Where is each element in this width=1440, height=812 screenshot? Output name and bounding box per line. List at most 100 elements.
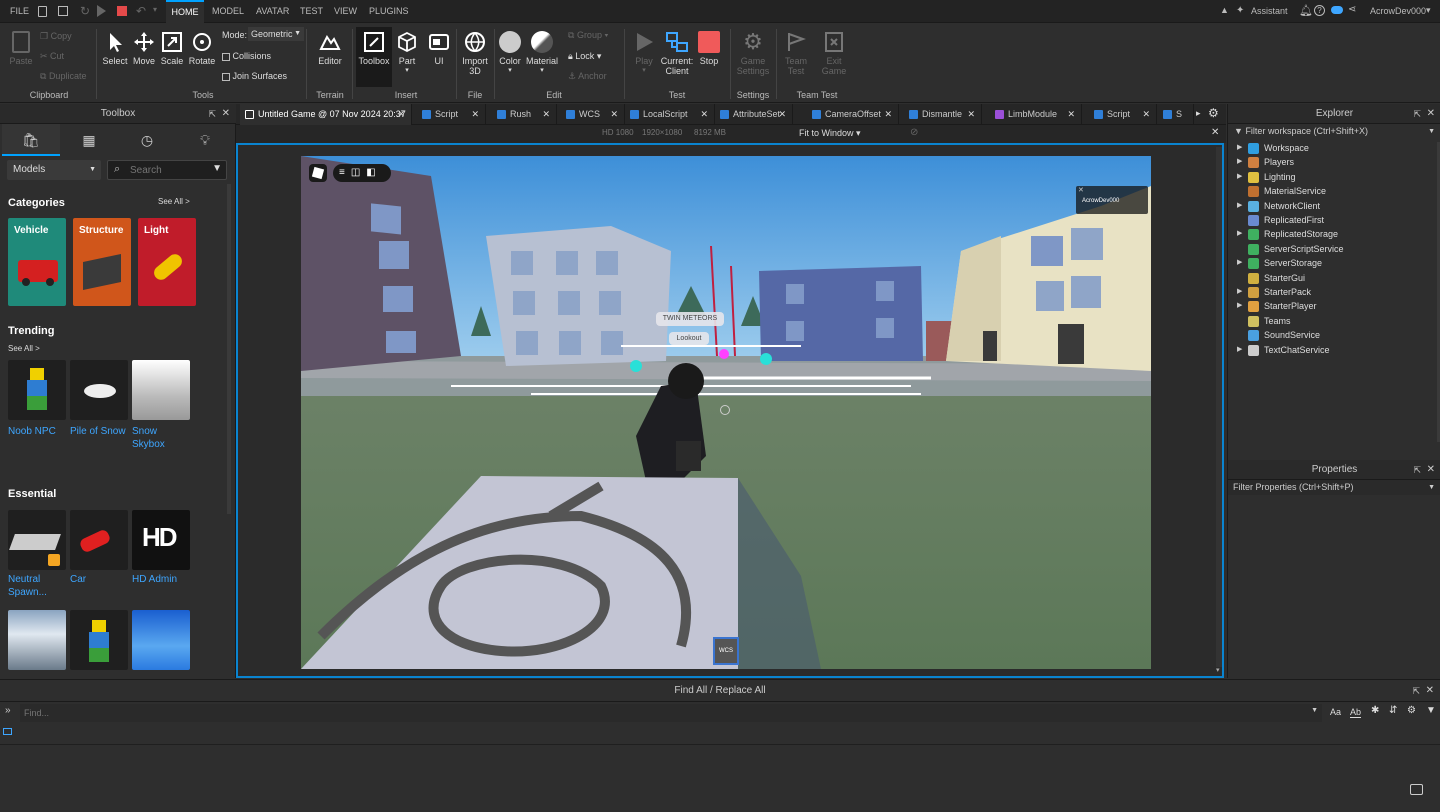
- categories-see-all[interactable]: See All >: [158, 197, 190, 206]
- explorer-filter[interactable]: ▼ Filter workspace (Ctrl+Shift+X) ▼: [1228, 124, 1440, 139]
- play-button[interactable]: Play ▾: [630, 31, 658, 74]
- results-icon[interactable]: [3, 728, 12, 735]
- expand-arrow-icon[interactable]: ▶: [1237, 227, 1242, 241]
- move-button[interactable]: Move: [131, 31, 157, 66]
- undo-icon[interactable]: ↶: [136, 4, 146, 18]
- tab-script[interactable]: Script ✕: [417, 104, 486, 125]
- anchor-button[interactable]: ⚓︎ Anchor: [568, 71, 607, 82]
- user-name[interactable]: AcrowDev000: [1370, 0, 1426, 23]
- part-button[interactable]: Part ▾: [394, 31, 420, 74]
- orientation-icon[interactable]: ⊘: [910, 127, 918, 138]
- trending-snow-skybox[interactable]: [132, 360, 190, 420]
- tab-localscript[interactable]: LocalScript ✕: [625, 104, 715, 125]
- explorer-item[interactable]: MaterialService: [1248, 184, 1326, 198]
- chevron-down-icon[interactable]: ▼: [1311, 707, 1318, 714]
- expand-arrow-icon[interactable]: ▶: [1237, 155, 1242, 169]
- tab-script-2[interactable]: Script ✕: [1089, 104, 1157, 125]
- explorer-item[interactable]: StarterGui: [1248, 271, 1305, 285]
- trending-label[interactable]: Pile of Snow: [70, 425, 132, 438]
- game-settings-button[interactable]: ⚙︎ Game Settings: [734, 31, 772, 77]
- toolbox-scrollbar[interactable]: [227, 184, 231, 514]
- backpack-icon[interactable]: ◧: [366, 167, 381, 178]
- select-button[interactable]: Select: [102, 31, 128, 66]
- tab-test[interactable]: TEST: [300, 0, 323, 23]
- lock-button[interactable]: 🔒︎ Lock ▾: [568, 51, 601, 62]
- tab-creations[interactable]: 💡︎: [176, 124, 234, 156]
- new-file-icon[interactable]: [38, 6, 47, 17]
- tab-dismantle[interactable]: Dismantle ✕: [904, 104, 982, 125]
- file-menu[interactable]: FILE: [10, 0, 29, 23]
- essential-hd-admin[interactable]: HD: [132, 510, 190, 570]
- close-icon[interactable]: ✕: [1427, 104, 1435, 124]
- replace-icon[interactable]: ⇵: [1389, 705, 1397, 716]
- tab-recent[interactable]: ◷: [118, 124, 176, 156]
- explorer-item[interactable]: ReplicatedFirst: [1248, 213, 1324, 227]
- popout-icon[interactable]: ⇱: [1412, 680, 1420, 702]
- model-type-dropdown[interactable]: Models ▼: [7, 160, 101, 180]
- search-field[interactable]: ⌕ ▼: [107, 160, 227, 180]
- explorer-item[interactable]: ▶ Workspace: [1237, 141, 1309, 155]
- group-button[interactable]: ⧉ Group ▾: [568, 30, 608, 41]
- roblox-menu-icon[interactable]: [309, 164, 327, 182]
- popout-icon[interactable]: ⇱: [1413, 104, 1421, 124]
- close-icon[interactable]: ✕: [610, 104, 618, 125]
- toolbox-button[interactable]: Toolbox: [356, 27, 392, 87]
- tab-cameraoffset[interactable]: CameraOffset ✕: [807, 104, 899, 125]
- explorer-item[interactable]: ▶ NetworkClient: [1237, 199, 1320, 213]
- expand-replace-icon[interactable]: »: [5, 705, 11, 716]
- close-icon[interactable]: ✕: [471, 104, 479, 125]
- collisions-toggle[interactable]: Collisions: [222, 51, 271, 61]
- exit-game-button[interactable]: Exit Game: [820, 31, 848, 76]
- close-icon[interactable]: ✕: [1078, 186, 1084, 194]
- play-icon[interactable]: [97, 5, 106, 17]
- close-icon[interactable]: ✕: [1426, 680, 1434, 702]
- trending-label[interactable]: Noob NPC: [8, 425, 70, 438]
- tab-wcs[interactable]: WCS ✕: [561, 104, 625, 125]
- close-icon[interactable]: ✕: [1067, 104, 1075, 125]
- tab-model[interactable]: MODEL: [212, 0, 244, 23]
- popout-icon[interactable]: ⇱: [1413, 460, 1421, 480]
- terrain-editor-button[interactable]: Editor: [314, 31, 346, 66]
- stop-icon[interactable]: [117, 6, 127, 16]
- explorer-item[interactable]: Teams: [1248, 314, 1291, 328]
- expand-arrow-icon[interactable]: ▶: [1237, 256, 1242, 270]
- essential-label[interactable]: Car: [70, 573, 132, 586]
- material-button[interactable]: Material ▾: [525, 31, 559, 74]
- close-icon[interactable]: ✕: [1427, 460, 1435, 480]
- explorer-item[interactable]: ▶ StarterPlayer: [1237, 299, 1317, 313]
- tab-attributeset[interactable]: AttributeSet ✕: [715, 104, 793, 125]
- close-icon[interactable]: ✕: [1142, 104, 1150, 125]
- hamburger-icon[interactable]: ≡: [339, 167, 351, 178]
- close-icon[interactable]: ✕: [700, 104, 708, 125]
- trending-pile-of-snow[interactable]: [70, 360, 128, 420]
- open-file-icon[interactable]: [58, 6, 68, 16]
- regex-icon[interactable]: ✱: [1371, 705, 1379, 716]
- essential-ocean-item[interactable]: [132, 610, 190, 670]
- cut-button[interactable]: ✂ Cut: [40, 51, 64, 62]
- leaderboard[interactable]: ✕ AcrowDev000: [1076, 186, 1148, 214]
- expand-arrow-icon[interactable]: ▶: [1237, 170, 1242, 184]
- redo-icon[interactable]: ↻: [80, 4, 90, 18]
- collapse-ribbon-icon[interactable]: ▲: [1220, 5, 1229, 15]
- filter-icon[interactable]: ▼: [1426, 705, 1436, 716]
- wcs-hotbar-slot[interactable]: WCS: [713, 637, 739, 665]
- user-dropdown-icon[interactable]: ▾: [1426, 5, 1431, 16]
- category-light[interactable]: Light: [138, 218, 196, 306]
- notification-icon[interactable]: 🔔︎: [1299, 4, 1313, 17]
- essential-sky-item[interactable]: [8, 610, 66, 670]
- ui-button[interactable]: UI: [426, 31, 452, 66]
- filter-icon[interactable]: ▼: [212, 163, 222, 174]
- category-structure[interactable]: Structure: [73, 218, 131, 306]
- tab-rush[interactable]: Rush ✕: [492, 104, 557, 125]
- close-icon[interactable]: ✕: [397, 104, 405, 125]
- essential-label[interactable]: HD Admin: [132, 573, 194, 586]
- tab-limbmodule[interactable]: LimbModule ✕: [990, 104, 1082, 125]
- match-case-button[interactable]: Aa: [1330, 707, 1341, 717]
- find-input[interactable]: [24, 706, 1294, 720]
- explorer-item[interactable]: ▶ ReplicatedStorage: [1237, 227, 1338, 241]
- assistant-button[interactable]: Assistant: [1251, 0, 1288, 23]
- tab-untitled-game[interactable]: Untitled Game @ 07 Nov 2024 20:37 ✕: [240, 104, 412, 125]
- expand-arrow-icon[interactable]: ▶: [1237, 141, 1242, 155]
- expand-arrow-icon[interactable]: ▶: [1237, 299, 1242, 313]
- cloud-icon[interactable]: [1331, 6, 1343, 14]
